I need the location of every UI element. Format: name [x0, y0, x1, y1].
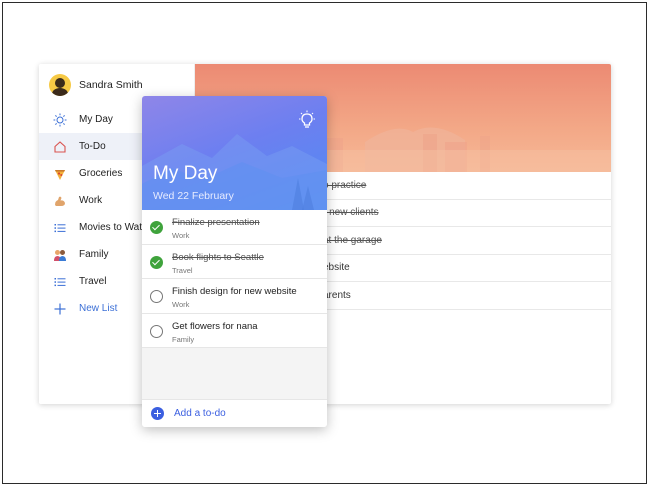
list-icon [53, 221, 67, 235]
plus-icon [53, 302, 67, 316]
task-checkbox[interactable] [150, 290, 163, 303]
page-title: My Day [153, 163, 218, 184]
sidebar-item-label: Groceries [79, 168, 123, 179]
task-item[interactable]: Finalize presentation Work [142, 210, 327, 245]
home-icon [53, 140, 67, 154]
add-todo-button[interactable]: Add a to-do [142, 399, 327, 427]
user-profile[interactable]: Sandra Smith [49, 74, 143, 96]
task-title: Book flights to Seattle [172, 251, 264, 263]
sidebar-item-label: My Day [79, 114, 113, 125]
completed-checkbox[interactable] [150, 221, 163, 234]
my-day-header: My Day Wed 22 February [142, 96, 327, 210]
flexed-arm-icon [53, 194, 67, 208]
sidebar-item-label: Movies to Wat [79, 222, 142, 233]
sun-icon [53, 113, 67, 127]
task-title: Finish design for new website [172, 286, 297, 297]
add-todo-label: Add a to-do [174, 408, 226, 419]
task-list-name: Family [172, 334, 195, 344]
my-day-task-list: Finalize presentation Work Book flights … [142, 210, 327, 348]
task-title: Get flowers for nana [172, 320, 258, 332]
avatar[interactable] [49, 74, 71, 96]
lightbulb-icon[interactable] [297, 110, 317, 130]
family-icon [53, 248, 67, 262]
sidebar-item-label: Travel [79, 276, 107, 287]
task-list-name: Work [172, 231, 190, 240]
new-list-label: New List [79, 303, 118, 314]
task-checkbox[interactable] [150, 324, 163, 338]
task-title: Finalize presentation [172, 217, 260, 228]
sidebar-item-label: To-Do [79, 141, 106, 152]
task-list-name: Work [172, 300, 190, 309]
sidebar-item-label: Work [79, 195, 103, 206]
list-icon [53, 275, 67, 289]
my-day-card: My Day Wed 22 February Finalize presenta… [142, 96, 327, 427]
completed-checkbox[interactable] [150, 255, 163, 269]
task-item[interactable]: Finish design for new website Work [142, 279, 327, 314]
date-label: Wed 22 February [153, 190, 234, 202]
pizza-icon [53, 167, 67, 181]
user-name: Sandra Smith [79, 79, 143, 91]
task-item[interactable]: Book flights to Seattle Travel [142, 245, 327, 279]
add-circle-icon [151, 407, 164, 420]
task-item[interactable]: Get flowers for nana Family [142, 314, 327, 348]
task-list-name: Travel [172, 265, 193, 275]
sidebar-item-label: Family [79, 249, 109, 260]
